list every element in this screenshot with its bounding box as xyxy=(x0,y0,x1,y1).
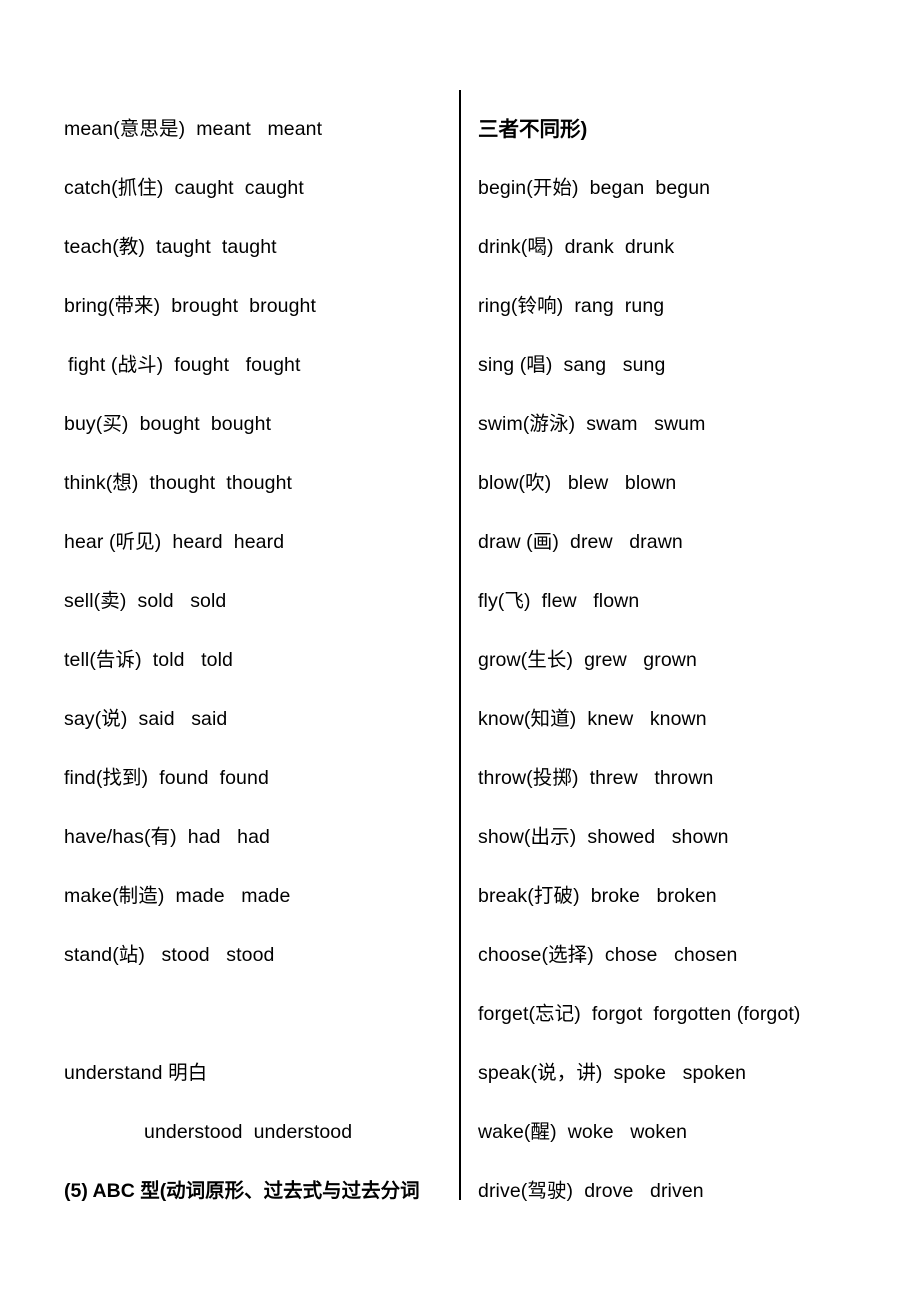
column-divider xyxy=(459,90,461,1200)
document-page: mean(意思是) meant meant catch(抓住) caught c… xyxy=(0,0,920,1302)
verb-row: say(说) said said xyxy=(64,708,228,730)
verb-row: blow(吹) blew blown xyxy=(478,472,677,494)
verb-row: understand 明白 xyxy=(64,1062,208,1084)
verb-row: speak(说，讲) spoke spoken xyxy=(478,1062,747,1084)
verb-row: know(知道) knew known xyxy=(478,708,707,730)
right-column: 三者不同形) begin(开始) began begun drink(喝) dr… xyxy=(478,100,890,1221)
verb-row: sell(卖) sold sold xyxy=(64,590,227,612)
verb-row: hear (听见) heard heard xyxy=(64,531,285,553)
left-column: mean(意思是) meant meant catch(抓住) caught c… xyxy=(64,100,446,1221)
verb-row: think(想) thought thought xyxy=(64,472,293,494)
verb-row: grow(生长) grew grown xyxy=(478,649,697,671)
verb-row: sing (唱) sang sung xyxy=(478,354,666,376)
verb-row: ring(铃响) rang rung xyxy=(478,295,665,317)
verb-row: buy(买) bought bought xyxy=(64,413,272,435)
verb-row: break(打破) broke broken xyxy=(478,885,717,907)
verb-row: catch(抓住) caught caught xyxy=(64,177,304,199)
verb-row: drive(驾驶) drove driven xyxy=(478,1180,704,1202)
column-heading: 三者不同形) xyxy=(478,118,588,141)
verb-row: fly(飞) flew flown xyxy=(478,590,640,612)
verb-row: swim(游泳) swam swum xyxy=(478,413,706,435)
verb-row: make(制造) made made xyxy=(64,885,291,907)
spacer-row xyxy=(64,985,446,1044)
verb-row: tell(告诉) told told xyxy=(64,649,233,671)
verb-row: wake(醒) woke woken xyxy=(478,1121,688,1143)
verb-row: throw(投掷) threw thrown xyxy=(478,767,714,789)
section-heading: (5) ABC 型(动词原形、过去式与过去分词 xyxy=(64,1180,420,1202)
verb-row: mean(意思是) meant meant xyxy=(64,118,323,140)
verb-row: draw (画) drew drawn xyxy=(478,531,683,553)
verb-row: choose(选择) chose chosen xyxy=(478,944,738,966)
verb-row: have/has(有) had had xyxy=(64,826,270,848)
verb-row: teach(教) taught taught xyxy=(64,236,277,258)
verb-row-continuation: understood understood xyxy=(144,1121,353,1143)
verb-row: begin(开始) began begun xyxy=(478,177,711,199)
verb-row: drink(喝) drank drunk xyxy=(478,236,675,258)
verb-row: find(找到) found found xyxy=(64,767,269,789)
verb-row: bring(带来) brought brought xyxy=(64,295,316,317)
verb-row: fight (战斗) fought fought xyxy=(68,354,301,376)
verb-row: show(出示) showed shown xyxy=(478,826,729,848)
verb-row: stand(站) stood stood xyxy=(64,944,275,966)
verb-row: forget(忘记) forgot forgotten (forgot) xyxy=(478,1003,801,1025)
